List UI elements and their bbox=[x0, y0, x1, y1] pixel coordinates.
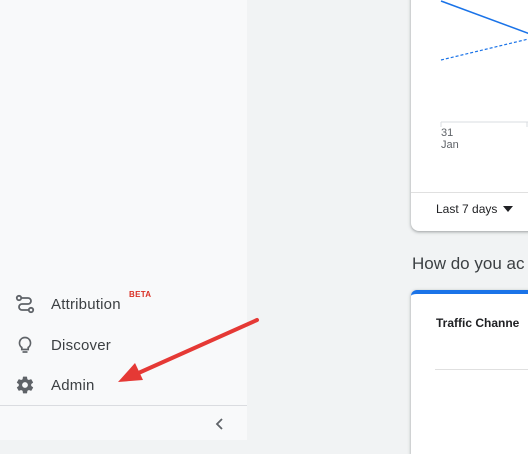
sidebar-item-label: Attribution bbox=[51, 295, 121, 313]
traffic-card-title: Traffic Channe bbox=[436, 316, 520, 330]
gear-icon bbox=[15, 375, 35, 395]
line-chart bbox=[440, 0, 528, 127]
date-range-label: Last 7 days bbox=[436, 202, 498, 216]
beta-badge: BETA bbox=[129, 290, 152, 299]
series-line-dashed bbox=[440, 38, 528, 61]
sidebar-nav: Attribution BETA Discover Admin bbox=[0, 0, 247, 440]
sidebar-item-label: Discover bbox=[51, 336, 111, 354]
date-range-dropdown[interactable]: Last 7 days bbox=[436, 202, 514, 216]
card-footer-divider bbox=[411, 192, 528, 193]
section-heading: How do you ac bbox=[412, 254, 525, 273]
attribution-icon bbox=[15, 294, 35, 314]
sidebar-item-admin[interactable]: Admin bbox=[0, 365, 247, 405]
sidebar-item-discover[interactable]: Discover bbox=[0, 325, 247, 365]
x-tick-label-day: 31 bbox=[441, 127, 454, 139]
sidebar-item-label: Admin bbox=[51, 376, 95, 394]
lightbulb-icon bbox=[15, 335, 35, 355]
traffic-card-divider bbox=[435, 369, 528, 370]
series-line-solid bbox=[440, 0, 528, 34]
collapse-sidebar-button[interactable] bbox=[208, 414, 232, 438]
overview-card: 31 Jan Last 7 days bbox=[411, 0, 528, 231]
chevron-left-icon bbox=[213, 417, 227, 436]
sidebar-item-attribution[interactable]: Attribution BETA bbox=[0, 284, 247, 324]
x-tick-label-month: Jan bbox=[441, 139, 459, 151]
traffic-channel-card: Traffic Channe bbox=[411, 290, 528, 454]
caret-down-icon bbox=[503, 206, 514, 212]
sidebar-divider bbox=[0, 405, 247, 406]
